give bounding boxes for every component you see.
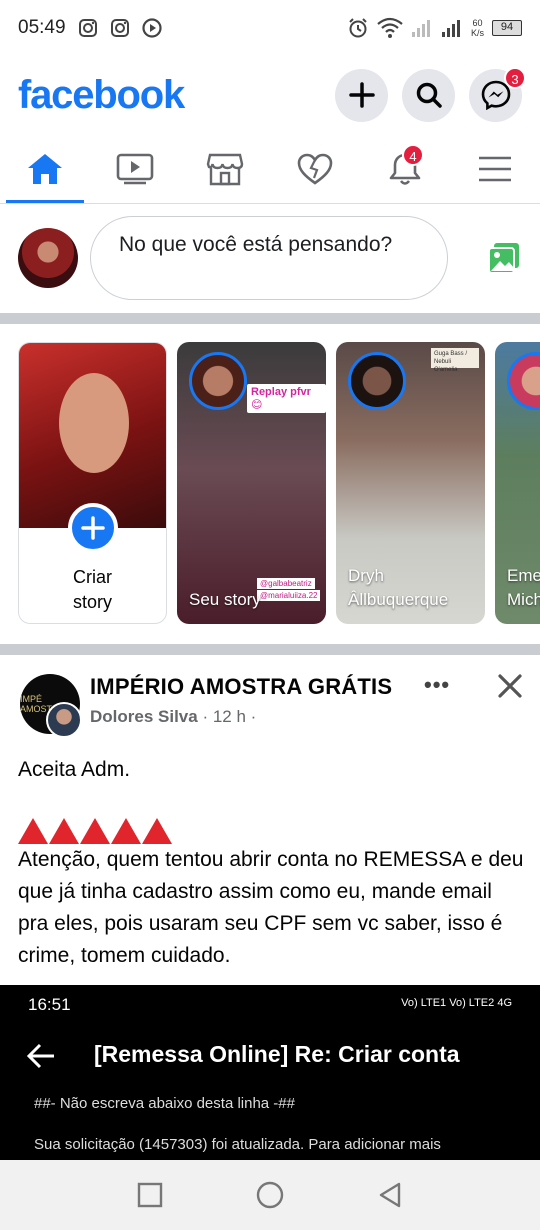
tab-home[interactable] (0, 134, 90, 203)
plus-icon (348, 82, 375, 108)
notifications-badge: 4 (402, 144, 424, 166)
plus-icon (80, 516, 105, 540)
create-story-card[interactable]: Criar story (18, 342, 167, 624)
messenger-button[interactable]: 3 (469, 66, 526, 122)
instagram-icon (78, 19, 97, 37)
stories-tray: Criar story Replay pfvr 😊 @galbabeatriz … (0, 326, 540, 642)
section-divider (0, 644, 540, 655)
composer-input[interactable]: No que você está pensando? (90, 216, 448, 300)
back-icon[interactable] (376, 1181, 404, 1209)
embedded-text: ##- Não escreva abaixo desta linha -## (34, 1095, 295, 1112)
recents-icon[interactable] (136, 1181, 164, 1209)
app-header: facebook 3 (0, 58, 540, 132)
watch-icon (116, 153, 154, 184)
story-avatar (348, 352, 406, 410)
signal-icon (441, 20, 460, 37)
tab-notifications[interactable]: 4 (360, 134, 450, 203)
home-icon (28, 153, 62, 184)
alarm-icon (349, 18, 367, 38)
create-button[interactable] (335, 68, 388, 122)
post-composer: No que você está pensando? (0, 205, 540, 311)
post-meta: Dolores Silva · 12 h · (90, 707, 256, 727)
warning-triangle-icon (142, 818, 172, 844)
search-button[interactable] (402, 68, 455, 122)
net-speed: 60 K/s (470, 18, 484, 38)
home-circle-icon[interactable] (255, 1180, 285, 1210)
wifi-icon (377, 17, 403, 38)
story-profile-photo (19, 343, 166, 528)
tab-dating[interactable] (270, 134, 360, 203)
back-arrow-icon (26, 1043, 54, 1069)
add-story-button[interactable] (67, 503, 118, 553)
story-name: Eme Mich (507, 566, 540, 609)
post-header: IMPÉ AMOSTR IMPÉRIO AMOSTRA GRÁTIS Dolor… (0, 656, 540, 740)
story-card[interactable]: Guga Bass / Nebuli O'amelia Dryh Âllbuqu… (336, 342, 485, 624)
post-text-line: Aceita Adm. (18, 758, 131, 781)
signal-weak-icon (411, 20, 430, 37)
embedded-time: 16:51 (28, 995, 71, 1014)
author-avatar[interactable] (46, 702, 82, 738)
story-avatar (189, 352, 247, 410)
close-icon[interactable] (494, 670, 526, 702)
facebook-logo[interactable]: facebook (18, 73, 185, 118)
search-icon (416, 82, 442, 108)
main-nav: 4 (0, 134, 540, 204)
more-options-button[interactable]: ••• (424, 672, 458, 702)
embedded-text: Sua solicitação (1457303) foi atualizada… (34, 1136, 441, 1153)
section-divider (0, 313, 540, 324)
author-name[interactable]: Dolores Silva (90, 707, 198, 726)
story-mention: @galbabeatriz (257, 578, 315, 589)
story-sticker: Guga Bass / Nebuli O'amelia (431, 348, 479, 373)
warning-triangle-icon (49, 818, 79, 844)
post-image[interactable]: 16:51 Vo) LTE1 Vo) LTE2 4G [Remessa Onli… (0, 985, 540, 1160)
play-icon (141, 18, 162, 38)
page-name[interactable]: IMPÉRIO AMOSTRA GRÁTIS (90, 674, 392, 700)
post-text: Atenção, quem tentou abrir conta no REME… (18, 848, 524, 967)
story-sticker: Replay pfvr 😊 (247, 384, 326, 413)
dating-icon (297, 153, 333, 185)
warning-emoji-row (18, 814, 526, 844)
warning-triangle-icon (80, 818, 110, 844)
instagram-icon (110, 19, 129, 37)
status-time: 05:49 (18, 17, 66, 38)
story-card[interactable]: Replay pfvr 😊 @galbabeatriz @marialuiiza… (177, 342, 326, 624)
warning-triangle-icon (18, 818, 48, 844)
story-name: Dryh Âllbuquerque (348, 566, 449, 609)
post-time: · 12 h · (202, 707, 257, 726)
system-nav-bar (0, 1160, 540, 1230)
tab-menu[interactable] (450, 134, 540, 203)
status-bar: 05:49 60 K/s 94 (0, 0, 540, 56)
story-card[interactable]: Eme Mich (495, 342, 540, 624)
photo-icon[interactable] (486, 240, 522, 276)
create-story-label: Criar story (72, 567, 112, 612)
menu-icon (479, 156, 511, 181)
warning-triangle-icon (111, 818, 141, 844)
tab-marketplace[interactable] (180, 134, 270, 203)
story-avatar (507, 352, 540, 410)
messenger-badge: 3 (504, 66, 526, 89)
tab-watch[interactable] (90, 134, 180, 203)
embedded-title: [Remessa Online] Re: Criar conta (94, 1041, 460, 1067)
post-body: Aceita Adm. Atenção, quem tentou abrir c… (18, 754, 526, 972)
embedded-status: Vo) LTE1 Vo) LTE2 4G (401, 997, 512, 1009)
battery-indicator: 94 (492, 20, 522, 36)
story-mention: @marialuiiza.22 (257, 590, 321, 601)
story-name: Seu story (189, 590, 261, 609)
avatar[interactable] (18, 228, 78, 288)
marketplace-icon (206, 153, 244, 185)
